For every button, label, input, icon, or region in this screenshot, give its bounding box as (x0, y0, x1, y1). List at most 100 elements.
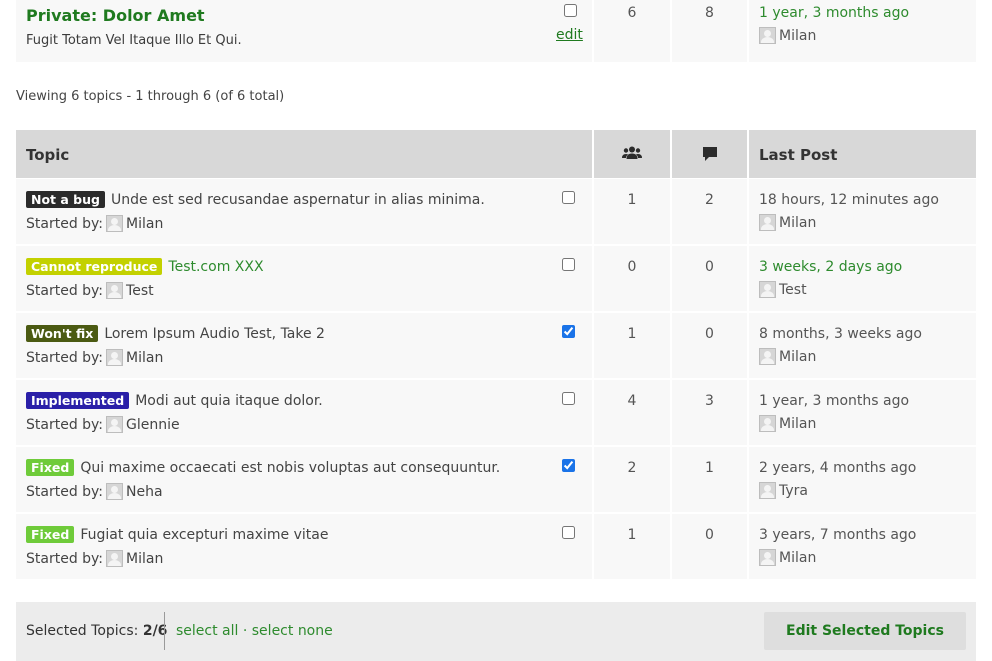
topic-cell: Won't fix Lorem Ipsum Audio Test, Take 2… (16, 313, 592, 378)
avatar-icon (106, 550, 124, 567)
topic-voices-cell: 0 (592, 246, 670, 311)
topic-freshness-link[interactable]: 8 months, 3 weeks ago (759, 326, 922, 342)
topic-last-post-cell: 18 hours, 12 minutes ago Milan (747, 179, 976, 244)
topic-voices-cell: 1 (592, 179, 670, 244)
topic-freshness-link[interactable]: 3 years, 7 months ago (759, 527, 916, 543)
topic-title-link[interactable]: Fugiat quia excepturi maxime vitae (80, 527, 328, 543)
avatar-icon (106, 349, 124, 366)
topic-last-author[interactable]: Milan (759, 214, 816, 231)
topic-author-link[interactable]: Neha (126, 484, 163, 500)
topic-last-author[interactable]: Milan (759, 415, 816, 432)
status-badge: Won't fix (26, 325, 99, 342)
topic-checkbox[interactable] (562, 392, 575, 405)
topic-replies-count: 0 (705, 326, 714, 342)
forum-last-author-name: Milan (779, 27, 817, 44)
topic-row: Won't fix Lorem Ipsum Audio Test, Take 2… (16, 313, 976, 378)
topic-author-link[interactable]: Milan (126, 350, 163, 366)
topic-title-link[interactable]: Test.com XXX (168, 259, 263, 275)
topic-freshness-link[interactable]: 1 year, 3 months ago (759, 393, 909, 409)
bulk-actions-bar: Selected Topics: 2/6 select all · select… (16, 602, 976, 661)
topic-title-line: Not a bug Unde est sed recusandae aspern… (26, 191, 485, 208)
avatar-icon (106, 282, 124, 299)
topic-title-link[interactable]: Unde est sed recusandae aspernatur in al… (111, 192, 485, 208)
topic-started-by: Started by: Milan (26, 349, 163, 366)
topic-replies-count: 0 (705, 259, 714, 275)
header-topic: Topic (16, 130, 592, 178)
topic-checkbox-wrap (562, 325, 575, 342)
topic-voices-cell: 1 (592, 313, 670, 378)
topic-replies-count: 2 (705, 192, 714, 208)
topic-title-link[interactable]: Lorem Ipsum Audio Test, Take 2 (104, 326, 325, 342)
avatar-icon (106, 416, 124, 433)
topic-author-link[interactable]: Glennie (126, 417, 180, 433)
topic-voices-count: 2 (627, 460, 637, 476)
topic-last-author[interactable]: Milan (759, 549, 816, 566)
topic-last-author-name: Milan (779, 415, 817, 432)
forum-replies-count: 8 (705, 5, 714, 21)
topic-replies-count: 3 (705, 393, 714, 409)
topic-last-author[interactable]: Tyra (759, 482, 808, 499)
topic-started-by: Started by: Test (26, 282, 154, 299)
header-voices (592, 130, 670, 178)
avatar-icon (759, 549, 776, 566)
topic-replies-cell: 1 (670, 447, 747, 512)
topic-title-line: Fixed Qui maxime occaecati est nobis vol… (26, 459, 500, 476)
topic-replies-cell: 2 (670, 179, 747, 244)
forum-title-link[interactable]: Private: Dolor Amet (26, 6, 205, 25)
topic-last-author-name: Tyra (779, 482, 808, 499)
started-by-label: Started by: (26, 416, 104, 433)
avatar-icon (759, 415, 776, 432)
forum-checkbox-wrap (564, 4, 577, 21)
topic-started-by: Started by: Milan (26, 550, 163, 567)
forum-last-post-cell: 1 year, 3 months ago Milan (747, 0, 976, 62)
topic-checkbox[interactable] (562, 325, 575, 338)
select-none-link[interactable]: select none (252, 623, 333, 639)
topic-voices-cell: 2 (592, 447, 670, 512)
topic-checkbox[interactable] (562, 258, 575, 271)
topic-row: Implemented Modi aut quia itaque dolor. … (16, 380, 976, 445)
topics-list: Not a bug Unde est sed recusandae aspern… (16, 179, 976, 581)
topic-last-author[interactable]: Milan (759, 348, 816, 365)
forum-freshness-link[interactable]: 1 year, 3 months ago (759, 5, 909, 21)
forum-replies-cell: 8 (670, 0, 747, 62)
topic-checkbox[interactable] (562, 526, 575, 539)
users-icon (622, 146, 642, 159)
status-badge: Fixed (26, 459, 75, 476)
topic-last-author-name: Test (779, 281, 807, 298)
topic-author-link[interactable]: Milan (126, 551, 163, 567)
topic-freshness-link[interactable]: 2 years, 4 months ago (759, 460, 916, 476)
topic-cell: Implemented Modi aut quia itaque dolor. … (16, 380, 592, 445)
forum-checkbox[interactable] (564, 4, 577, 17)
topic-voices-cell: 4 (592, 380, 670, 445)
topic-title-link[interactable]: Modi aut quia itaque dolor. (135, 393, 323, 409)
topic-last-author[interactable]: Test (759, 281, 807, 298)
topic-cell: Fixed Qui maxime occaecati est nobis vol… (16, 447, 592, 512)
status-badge: Not a bug (26, 191, 105, 208)
forum-last-author[interactable]: Milan (759, 27, 816, 44)
topic-title-link[interactable]: Qui maxime occaecati est nobis voluptas … (80, 460, 500, 476)
started-by-label: Started by: (26, 483, 104, 500)
topic-row: Cannot reproduce Test.com XXX Started by… (16, 246, 976, 311)
topic-last-post-cell: 1 year, 3 months ago Milan (747, 380, 976, 445)
edit-selected-topics-button[interactable]: Edit Selected Topics (764, 612, 966, 650)
select-all-link[interactable]: select all (176, 623, 238, 639)
topics-table-header: Topic Last Post (16, 130, 976, 178)
forum-edit-link[interactable]: edit (556, 27, 583, 43)
topic-author-link[interactable]: Milan (126, 216, 163, 232)
topic-freshness-link[interactable]: 18 hours, 12 minutes ago (759, 192, 939, 208)
topic-last-post-cell: 8 months, 3 weeks ago Milan (747, 313, 976, 378)
topic-checkbox[interactable] (562, 191, 575, 204)
selection-links: select all · select none (176, 623, 333, 639)
topic-started-by: Started by: Neha (26, 483, 163, 500)
topic-title-line: Implemented Modi aut quia itaque dolor. (26, 392, 323, 409)
avatar-icon (759, 27, 776, 44)
avatar-icon (106, 215, 124, 232)
topic-author-link[interactable]: Test (126, 283, 154, 299)
topic-voices-count: 1 (627, 527, 637, 543)
topic-last-post-cell: 2 years, 4 months ago Tyra (747, 447, 976, 512)
topic-checkbox-wrap (562, 258, 575, 275)
topic-title-line: Cannot reproduce Test.com XXX (26, 258, 264, 275)
topic-freshness-link[interactable]: 3 weeks, 2 days ago (759, 259, 902, 275)
topic-checkbox[interactable] (562, 459, 575, 472)
topic-row: Fixed Qui maxime occaecati est nobis vol… (16, 447, 976, 512)
